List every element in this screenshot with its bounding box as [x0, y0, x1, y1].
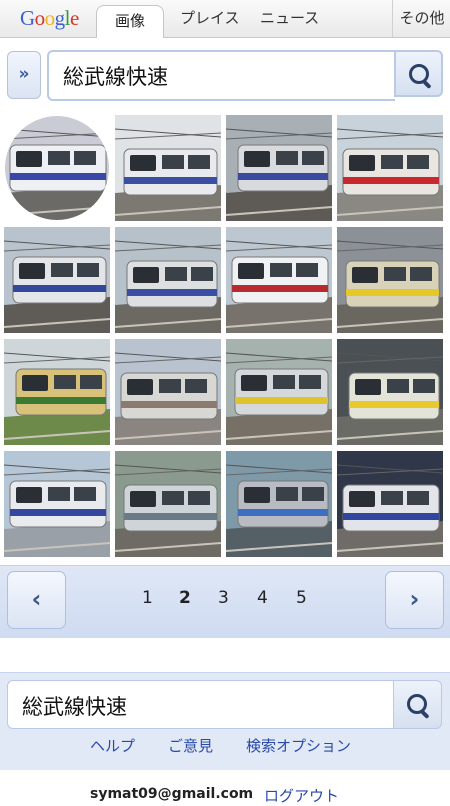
image-result-thumbnail[interactable] — [337, 339, 443, 445]
bottom-search-box — [7, 680, 394, 729]
image-result-thumbnail[interactable] — [115, 451, 221, 557]
page-link-5[interactable]: 5 — [296, 588, 307, 608]
top-tab-bar: Google 画像 プレイス ニュース その他 — [0, 0, 450, 39]
logo-letter: G — [20, 6, 35, 30]
image-result-thumbnail[interactable] — [4, 115, 110, 221]
image-results-grid — [4, 115, 448, 563]
page-link-4[interactable]: 4 — [257, 588, 268, 608]
image-result-thumbnail[interactable] — [4, 339, 110, 445]
page-link-3[interactable]: 3 — [218, 588, 229, 608]
image-result-thumbnail[interactable] — [4, 451, 110, 557]
tab-more[interactable]: その他 — [392, 0, 450, 37]
page-current-2: 2 — [179, 588, 191, 608]
logout-link[interactable]: ログアウト — [264, 785, 339, 806]
previous-page-button[interactable]: ‹ — [7, 571, 66, 629]
logo-letter: o — [34, 6, 46, 30]
account-footer: symat09@gmail.com ログアウト — [0, 770, 450, 805]
search-input[interactable] — [61, 61, 385, 91]
bottom-search-block: ヘルプ ご意見 検索オプション — [0, 672, 450, 771]
tab-news[interactable]: ニュース — [260, 0, 319, 37]
image-result-thumbnail[interactable] — [115, 227, 221, 333]
search-options-link[interactable]: 検索オプション — [246, 735, 351, 756]
chevron-left-icon: ‹ — [31, 585, 42, 613]
image-result-thumbnail[interactable] — [337, 115, 443, 221]
search-row: » — [0, 38, 450, 111]
chevron-right-icon: › — [409, 585, 420, 613]
page-link-1[interactable]: 1 — [142, 588, 153, 608]
search-icon — [409, 64, 429, 84]
search-box — [47, 50, 395, 101]
search-icon — [407, 694, 427, 714]
spacer — [0, 638, 450, 672]
footer-links: ヘルプ ご意見 検索オプション — [0, 735, 450, 759]
feedback-link[interactable]: ご意見 — [168, 735, 213, 756]
bottom-search-input[interactable] — [20, 691, 384, 721]
image-result-thumbnail[interactable] — [115, 339, 221, 445]
next-page-button[interactable]: › — [385, 571, 444, 629]
logo-letter: o — [44, 6, 56, 30]
help-link[interactable]: ヘルプ — [90, 735, 135, 756]
tab-places[interactable]: プレイス — [180, 0, 240, 37]
search-button[interactable] — [394, 50, 443, 97]
image-result-thumbnail[interactable] — [226, 227, 332, 333]
google-logo[interactable]: Google — [20, 6, 79, 31]
bottom-search-button[interactable] — [393, 680, 442, 729]
image-result-thumbnail[interactable] — [337, 227, 443, 333]
expand-options-button[interactable]: » — [7, 51, 41, 99]
pagination-bar: ‹ 1 2 3 4 5 › — [0, 565, 450, 638]
logo-letter: e — [70, 6, 79, 30]
image-result-thumbnail[interactable] — [337, 451, 443, 557]
image-result-thumbnail[interactable] — [226, 115, 332, 221]
logo-letter: g — [54, 6, 66, 30]
tab-images[interactable]: 画像 — [96, 5, 164, 39]
image-result-thumbnail[interactable] — [226, 451, 332, 557]
image-result-thumbnail[interactable] — [115, 115, 221, 221]
image-result-thumbnail[interactable] — [4, 227, 110, 333]
image-result-thumbnail[interactable] — [226, 339, 332, 445]
